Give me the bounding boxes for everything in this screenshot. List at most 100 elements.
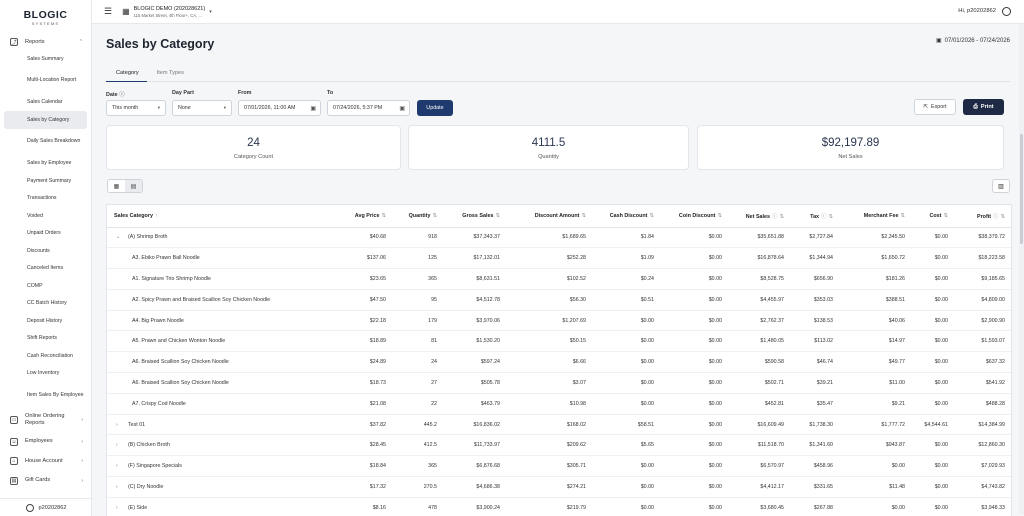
chevron-right-icon[interactable]: ›: [116, 422, 128, 428]
brand-logo[interactable]: BLOGIC SYSTEMS: [0, 3, 91, 33]
page-scrollbar[interactable]: [1019, 24, 1024, 514]
chevron-down-icon[interactable]: ⌄: [116, 234, 128, 240]
table-row[interactable]: A6. Braised Scallion Soy Chicken Noodle $…: [107, 351, 1011, 374]
sort-icon[interactable]: ⇅: [381, 213, 386, 219]
table-row[interactable]: A3. Ebiko Prawn Ball Noodle $137.06 125 $17…: [107, 247, 1011, 270]
table-row[interactable]: › Test 01 $37.82 445.2 $16,836.02 $168.02 $58.…: [107, 414, 1011, 436]
column-header-net-sales[interactable]: Net Sales ⓘ ⇅: [730, 205, 792, 228]
sort-icon[interactable]: ⇅: [495, 213, 500, 219]
sort-asc-icon[interactable]: ↑: [155, 213, 158, 219]
table-row[interactable]: A1. Signature Trio Shrimp Noodle $23.65 36…: [107, 268, 1011, 290]
sort-icon[interactable]: ⇅: [649, 213, 654, 219]
to-date-input[interactable]: 07/24/2026, 5:37 PM ▣: [327, 100, 410, 116]
sort-icon[interactable]: ⇅: [779, 214, 784, 220]
sidebar-item-sales-by-employee[interactable]: Sales by Employee: [0, 155, 91, 173]
tab-item-types[interactable]: Item Types: [147, 66, 192, 82]
column-header-discount-amount[interactable]: Discount Amount ⇅: [508, 205, 594, 228]
sidebar-item-canceled-items[interactable]: Canceled Items: [0, 260, 91, 278]
chevron-right-icon[interactable]: ›: [116, 442, 128, 448]
sidebar-item-voided[interactable]: Voided: [0, 207, 91, 225]
nav-group-employees[interactable]: ☺ Employees ›: [0, 432, 91, 452]
sidebar-item-cc-batch-history[interactable]: CC Batch History: [0, 295, 91, 313]
from-date-input[interactable]: 07/01/2026, 11:00 AM ▣: [238, 100, 321, 116]
account-icon[interactable]: [1002, 7, 1011, 16]
sidebar-item-cash-reconciliation[interactable]: Cash Reconciliation: [0, 347, 91, 365]
sidebar-item-sales-by-category[interactable]: Sales by Category: [4, 111, 87, 129]
sort-icon[interactable]: ⇅: [432, 213, 437, 219]
columns-icon[interactable]: ▥: [992, 179, 1010, 193]
nav-group-gift-cards[interactable]: ▤ Gift Cards ›: [0, 471, 91, 491]
sales-table: Sales Category ↑ Avg Price ⇅ Quantity ⇅ Gross …: [106, 204, 1012, 516]
table-cell: $1.84: [594, 227, 662, 249]
tab-category[interactable]: Category: [106, 66, 147, 82]
table-row[interactable]: A5. Prawn and Chicken Wonton Noodle $18.8…: [107, 330, 1011, 353]
column-header-cost[interactable]: Cost ⇅: [913, 205, 956, 228]
table-row[interactable]: ⌄ (A) Shrimp Broth $40.68 918 $37,343.37 $1,6…: [107, 227, 1011, 249]
update-button[interactable]: Update: [417, 100, 453, 116]
sort-icon[interactable]: ⇅: [943, 213, 948, 219]
daypart-select[interactable]: None ▾: [172, 100, 232, 116]
chevron-down-icon[interactable]: ▾: [209, 9, 212, 15]
sidebar-item-shift-reports[interactable]: Shift Reports: [0, 330, 91, 348]
chevron-right-icon[interactable]: ›: [116, 505, 128, 511]
sidebar-item-item-sales-by-employee[interactable]: Item Sales By Employee: [0, 382, 91, 408]
sidebar-item-comp[interactable]: COMP: [0, 277, 91, 295]
table-view-icon[interactable]: ▦: [108, 180, 125, 192]
sort-icon[interactable]: ⇅: [1000, 214, 1005, 220]
cell-text: $0.00: [640, 463, 654, 470]
daypart-label: Day Part: [172, 90, 194, 96]
sidebar-item-deposit-history[interactable]: Deposit History: [0, 312, 91, 330]
chevron-right-icon[interactable]: ›: [116, 484, 128, 490]
table-cell: $0.00: [913, 310, 956, 332]
sidebar-item-transactions[interactable]: Transactions: [0, 190, 91, 208]
table-row[interactable]: A7. Crispy Cod Noodle $21.08 22 $463.79 $10.…: [107, 393, 1011, 415]
sidebar-item-low-inventory[interactable]: Low Inventory: [0, 365, 91, 383]
table-row[interactable]: A4. Big Prawn Noodle $22.18 179 $3,970.06 $1…: [107, 310, 1011, 332]
column-header-merchant-fee[interactable]: Merchant Fee ⇅: [841, 205, 913, 228]
column-header-avg-price[interactable]: Avg Price ⇅: [312, 205, 394, 228]
sidebar-item-payment-summary[interactable]: Payment Summary: [0, 172, 91, 190]
column-header-tax[interactable]: Tax ⓘ ⇅: [792, 205, 841, 228]
sidebar-item-sales-calendar[interactable]: Sales Calendar: [0, 94, 91, 112]
sidebar-user[interactable]: p20202862: [0, 498, 92, 516]
column-header-sales-category[interactable]: Sales Category ↑: [107, 205, 312, 228]
nav-group-online-ordering-reports[interactable]: ▭ Online Ordering Reports ›: [0, 408, 91, 432]
sort-icon[interactable]: ⇅: [581, 213, 586, 219]
table-row[interactable]: › (E) Side $8.16 478 $3,900.24 $219.79 $0.00 $0…: [107, 497, 1011, 516]
table-row[interactable]: › (F) Singapore Specials $18.84 365 $6,876.6…: [107, 455, 1011, 478]
scrollbar-thumb[interactable]: [1020, 134, 1023, 244]
menu-icon[interactable]: ☰: [104, 6, 112, 17]
cell-text: $388.51: [885, 296, 905, 303]
sort-icon[interactable]: ⇅: [828, 214, 833, 220]
calendar-icon[interactable]: ▣: [310, 105, 316, 112]
table-cell: $0.51: [594, 289, 662, 311]
sidebar-item-daily-sales-breakdown[interactable]: Daily Sales Breakdown: [0, 129, 91, 155]
date-select[interactable]: This month ▾: [106, 100, 166, 116]
column-header-quantity[interactable]: Quantity ⇅: [394, 205, 445, 228]
export-button[interactable]: ⇱ Export: [914, 99, 956, 115]
calendar-icon[interactable]: ▣: [399, 105, 405, 112]
column-header-profit[interactable]: Profit ⓘ ⇅: [956, 205, 1011, 228]
nav-group-house-account[interactable]: ⌂ House Account ›: [0, 452, 91, 472]
cell-text: $0.00: [640, 504, 654, 511]
table-row[interactable]: A2. Spicy Prawn and Braised Scallion Soy…: [107, 289, 1011, 311]
chevron-right-icon[interactable]: ›: [116, 463, 128, 469]
table-row[interactable]: A6. Braised Scallion Soy Chicken Noodle $…: [107, 372, 1011, 394]
sort-icon[interactable]: ⇅: [900, 213, 905, 219]
sidebar-item-sales-summary[interactable]: Sales Summary: [0, 50, 91, 68]
sidebar-item-multi-location-report[interactable]: Multi-Location Report: [0, 68, 91, 94]
column-header-cash-discount[interactable]: Cash Discount ⇅: [594, 205, 662, 228]
date-range[interactable]: ▣ 07/01/2026 - 07/24/2026: [936, 37, 1010, 45]
column-header-coin-discount[interactable]: Coin Discount ⇅: [662, 205, 730, 228]
table-row[interactable]: › (B) Chicken Broth $28.45 412.5 $11,733.97 $…: [107, 434, 1011, 457]
column-header-gross-sales[interactable]: Gross Sales ⇅: [445, 205, 508, 228]
nav-group-reports[interactable]: ⤴ Reports ⌃: [0, 34, 91, 50]
sidebar-item-unpaid-orders[interactable]: Unpaid Orders: [0, 225, 91, 243]
sidebar-item-discounts[interactable]: Discounts: [0, 242, 91, 260]
chart-view-icon[interactable]: ▤: [125, 180, 142, 192]
table-row[interactable]: › (C) Dry Noodle $17.32 270.5 $4,686.38 $274.…: [107, 476, 1011, 498]
table-cell: 179: [394, 310, 445, 332]
store-selector[interactable]: BLOGIC DEMO (202028621) 115 Market Stree…: [134, 6, 206, 18]
print-button[interactable]: ⎙ Print: [963, 99, 1004, 115]
sort-icon[interactable]: ⇅: [717, 213, 722, 219]
